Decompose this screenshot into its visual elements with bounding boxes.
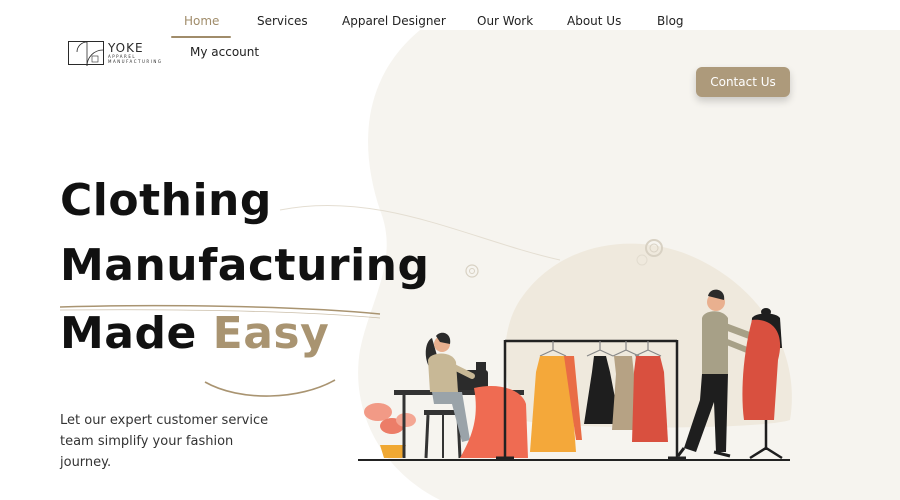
mannequin-icon	[742, 308, 783, 460]
nav-item-apparel-designer[interactable]: Apparel Designer	[342, 14, 446, 28]
black-dress-icon	[584, 356, 620, 424]
hero-title-easy: Easy	[212, 308, 330, 359]
stool-icon	[424, 410, 462, 459]
my-account-link[interactable]: My account	[190, 45, 259, 59]
main-navigation: Home Services Apparel Designer Our Work …	[0, 14, 900, 34]
hero-subtitle: Let our expert customer service team sim…	[60, 413, 269, 470]
orange-dress-icon	[530, 356, 576, 452]
hero-title-line-3: Made Easy	[60, 308, 329, 359]
brand-logo[interactable]: YOKE APPAREL MANUFACTURING	[68, 40, 161, 67]
red-dress-icon	[632, 356, 668, 442]
plant-icon	[364, 403, 416, 458]
logo-tagline: MANUFACTURING	[108, 59, 163, 64]
logo-wordmark: YOKE	[108, 41, 144, 55]
sewing-table-icon	[394, 362, 524, 458]
clothing-rack-icon	[496, 339, 686, 460]
nav-item-services[interactable]: Services	[257, 14, 308, 28]
logo-mark-icon	[68, 41, 104, 67]
nav-item-home[interactable]: Home	[184, 14, 219, 28]
hero-title-line-1: Clothing	[60, 175, 272, 226]
nav-item-blog[interactable]: Blog	[657, 14, 684, 28]
hero-title-line-2: Manufacturing	[60, 240, 430, 291]
seamstress-figure	[425, 332, 475, 442]
nav-item-our-work[interactable]: Our Work	[477, 14, 533, 28]
taupe-dress-icon	[612, 356, 642, 430]
hero-title-made: Made	[60, 308, 197, 359]
red-fabric	[460, 385, 528, 458]
contact-us-button[interactable]: Contact Us	[696, 67, 790, 97]
orange-dress-back-icon	[564, 356, 582, 440]
active-nav-indicator	[171, 36, 231, 38]
tailor-figure	[676, 289, 760, 458]
nav-item-about-us[interactable]: About Us	[567, 14, 621, 28]
